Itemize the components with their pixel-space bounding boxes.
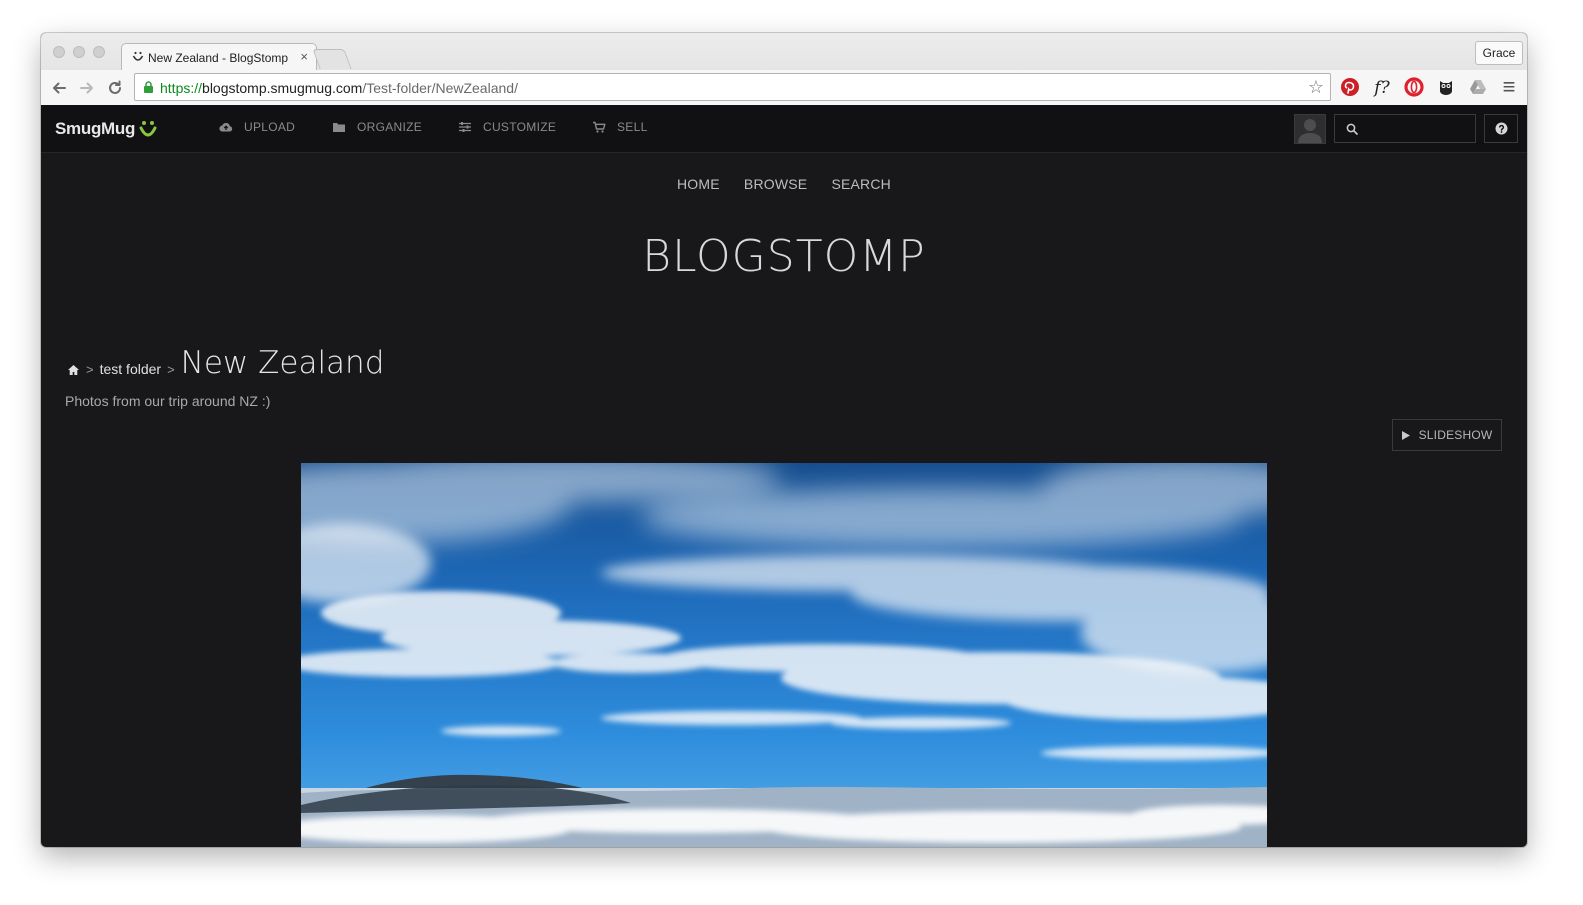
search-icon xyxy=(1346,123,1358,135)
whatfont-icon[interactable]: f? xyxy=(1371,77,1393,99)
smugmug-face-icon xyxy=(139,121,157,137)
play-icon xyxy=(1401,430,1410,440)
user-silhouette-icon xyxy=(1298,119,1322,143)
gallery-description: Photos from our trip around NZ :) xyxy=(65,393,271,409)
organize-nav-item[interactable]: ORGANIZE xyxy=(332,120,422,134)
search-box[interactable] xyxy=(1334,114,1476,143)
profile-button[interactable]: Grace xyxy=(1475,41,1523,65)
forward-arrow-icon[interactable] xyxy=(76,77,98,99)
address-bar[interactable]: https://blogstomp.smugmug.com/Test-folde… xyxy=(134,73,1331,101)
zoom-window-button[interactable] xyxy=(93,46,105,58)
help-icon xyxy=(1495,122,1508,135)
home-icon[interactable] xyxy=(67,364,80,376)
nav-link-home[interactable]: HOME xyxy=(677,176,720,192)
sliders-icon xyxy=(459,122,471,132)
folder-icon xyxy=(333,123,345,132)
reload-icon[interactable] xyxy=(104,77,126,99)
chrome-menu-icon[interactable]: ≡ xyxy=(1498,76,1520,99)
bookmark-star-icon[interactable]: ☆ xyxy=(1308,77,1324,98)
new-tab-button[interactable] xyxy=(312,49,352,69)
smugmug-favicon-icon xyxy=(132,51,144,61)
slideshow-button[interactable]: SLIDESHOW xyxy=(1392,419,1502,451)
browser-chrome: New Zealand - BlogStomp × Grace https://… xyxy=(41,33,1527,106)
smugmug-logo[interactable]: SmugMug xyxy=(55,117,158,141)
browser-toolbar: https://blogstomp.smugmug.com/Test-folde… xyxy=(41,70,1527,105)
tab-title: New Zealand - BlogStomp xyxy=(148,51,289,65)
sell-label: SELL xyxy=(617,120,648,134)
cart-icon xyxy=(593,121,606,133)
back-arrow-icon[interactable] xyxy=(48,77,70,99)
browser-tab-active[interactable]: New Zealand - BlogStomp × xyxy=(121,43,317,70)
nav-link-browse[interactable]: BROWSE xyxy=(744,176,807,192)
site-title: BLOGSTOMP xyxy=(642,231,926,282)
organize-label: ORGANIZE xyxy=(357,120,423,134)
minimize-window-button[interactable] xyxy=(73,46,85,58)
lock-icon xyxy=(144,81,153,93)
logo-text: SmugMug xyxy=(55,119,136,138)
upload-label: UPLOAD xyxy=(244,120,296,134)
slideshow-label: SLIDESHOW xyxy=(1418,428,1493,442)
smugmug-toolbar: SmugMug UPLOAD ORGANIZE CUSTOMIZE SELL xyxy=(41,105,1527,153)
browser-window: New Zealand - BlogStomp × Grace https://… xyxy=(41,33,1527,847)
customize-label: CUSTOMIZE xyxy=(483,120,557,134)
avatar[interactable] xyxy=(1294,114,1326,144)
gallery-cover-photo[interactable] xyxy=(301,463,1267,847)
search-input[interactable] xyxy=(1363,118,1475,140)
google-drive-icon[interactable] xyxy=(1467,77,1489,99)
cloud-upload-icon xyxy=(219,123,233,132)
breadcrumb-folder-link[interactable]: test folder xyxy=(100,361,161,377)
url-text: https://blogstomp.smugmug.com/Test-folde… xyxy=(160,80,518,96)
gallery-title: New Zealand xyxy=(180,345,385,381)
help-button[interactable] xyxy=(1484,114,1518,143)
breadcrumb: > test folder > New Zealand xyxy=(67,341,384,381)
sell-nav-item[interactable]: SELL xyxy=(592,120,648,134)
hootsuite-icon[interactable] xyxy=(1435,77,1457,99)
pinterest-icon[interactable] xyxy=(1339,77,1361,99)
upload-nav-item[interactable]: UPLOAD xyxy=(219,120,295,134)
breadcrumb-separator: > xyxy=(167,362,175,377)
breadcrumb-separator: > xyxy=(86,362,94,377)
nav-link-search[interactable]: SEARCH xyxy=(831,176,891,192)
tab-close-icon[interactable]: × xyxy=(300,49,308,64)
customize-nav-item[interactable]: CUSTOMIZE xyxy=(458,120,556,134)
site-nav: HOME BROWSE SEARCH xyxy=(41,176,1527,192)
sky-landscape-image xyxy=(301,463,1267,847)
close-window-button[interactable] xyxy=(53,46,65,58)
opera-icon[interactable] xyxy=(1403,77,1425,99)
